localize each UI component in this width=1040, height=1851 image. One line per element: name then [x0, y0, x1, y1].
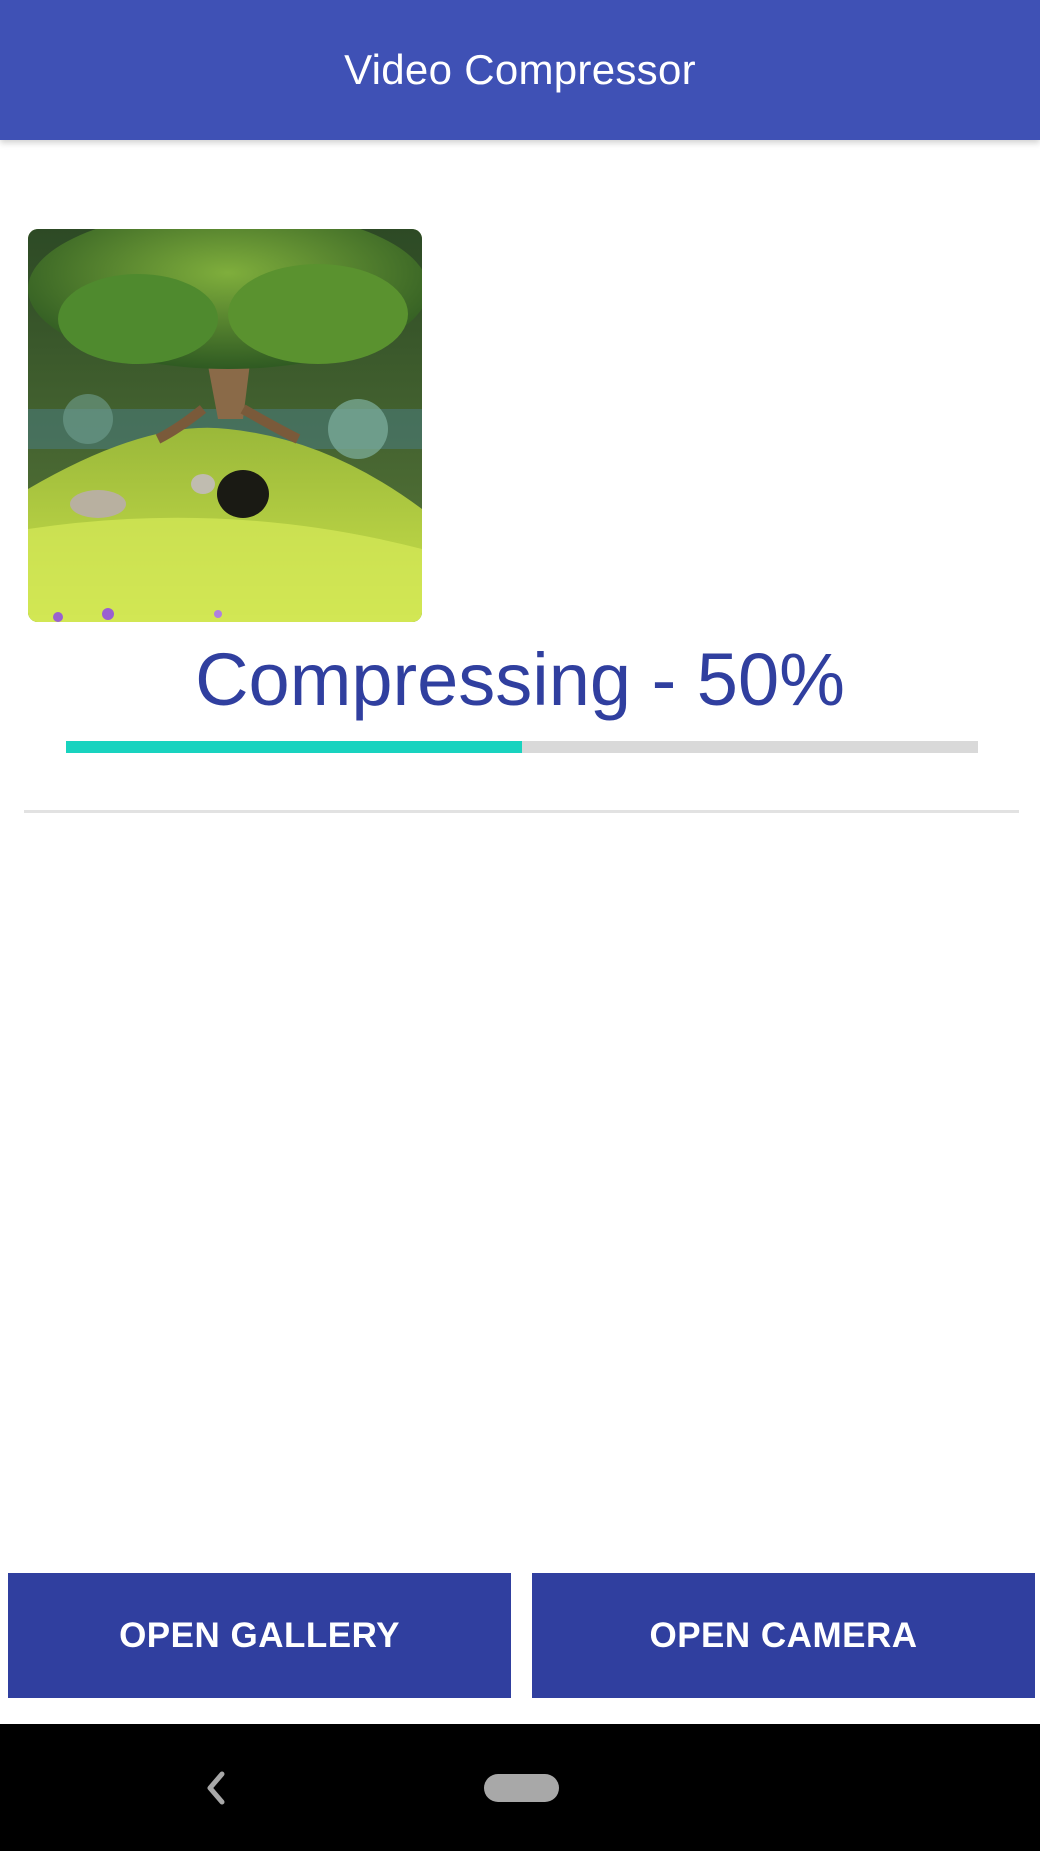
compression-progress-bar — [66, 741, 978, 753]
back-chevron-icon[interactable] — [196, 1758, 236, 1818]
compression-progress-fill — [66, 741, 522, 753]
app-title: Video Compressor — [344, 46, 696, 93]
compression-status-text: Compressing - 50% — [195, 638, 845, 721]
app-screen: Video Compressor Compressing - 50% OPEN … — [0, 0, 1040, 1851]
home-pill-icon[interactable] — [484, 1774, 559, 1802]
system-navigation-bar — [0, 1724, 1040, 1851]
open-camera-button[interactable]: OPEN CAMERA — [532, 1573, 1035, 1698]
video-thumbnail[interactable] — [28, 229, 422, 622]
divider — [24, 810, 1019, 813]
back-chevron-icon-graphic — [207, 1771, 225, 1805]
app-bar: Video Compressor — [0, 0, 1040, 140]
video-thumbnail-image — [28, 229, 422, 622]
open-gallery-button[interactable]: OPEN GALLERY — [8, 1573, 511, 1698]
